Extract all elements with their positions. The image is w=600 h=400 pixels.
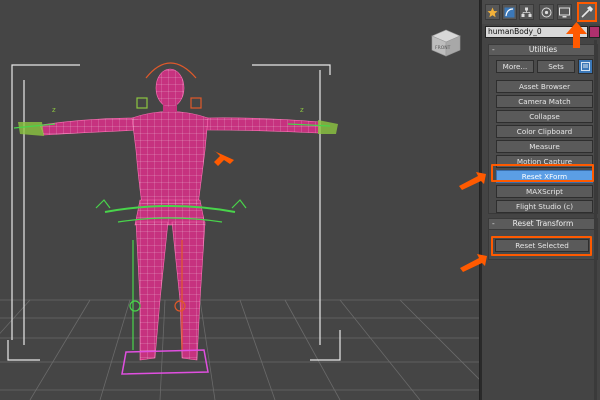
utility-button-asset-browser[interactable]: Asset Browser — [496, 80, 593, 93]
tab-utilities[interactable] — [577, 2, 597, 22]
utility-button-measure[interactable]: Measure — [496, 140, 593, 153]
sets-button[interactable]: Sets — [537, 60, 575, 73]
utility-button-camera-match[interactable]: Camera Match — [496, 95, 593, 108]
curve-icon — [504, 7, 515, 17]
utility-button-color-clipboard[interactable]: Color Clipboard — [496, 125, 593, 138]
tab-modify[interactable] — [502, 4, 517, 20]
star-icon — [487, 7, 498, 17]
human-body-mesh — [18, 68, 338, 361]
svg-text:z: z — [52, 106, 56, 114]
utilities-rollout-body: More... Sets Asset Browser Camera Match Co… — [488, 56, 598, 214]
reset-transform-rollout-header[interactable]: - Reset Transform — [488, 218, 598, 230]
command-panel-tabs — [482, 0, 600, 24]
viewcube: FRONT — [431, 29, 461, 57]
ground-grid — [0, 299, 479, 400]
viewport-scene: FRONT z z — [0, 29, 479, 400]
reset-transform-title: Reset Transform — [512, 219, 574, 228]
object-color-swatch[interactable] — [589, 26, 600, 38]
reset-xform-highlight — [491, 164, 594, 182]
svg-text:FRONT: FRONT — [435, 45, 451, 51]
utilities-rollout-header[interactable]: - Utilities — [488, 44, 598, 56]
perspective-viewport[interactable]: FRONT z z — [0, 0, 480, 400]
reset-selected-highlight — [491, 236, 592, 256]
collapse-icon: - — [492, 219, 495, 228]
command-panel: humanBody_0 - Utilities More... Sets Ass… — [480, 0, 600, 400]
tab-display[interactable] — [557, 4, 572, 20]
utility-button-flight-studio-c[interactable]: Flight Studio (c) — [496, 200, 593, 213]
panel-scrollbar[interactable] — [594, 40, 597, 400]
utility-button-collapse[interactable]: Collapse — [496, 110, 593, 123]
object-name-field[interactable]: humanBody_0 — [485, 26, 588, 38]
utilities-rollout-title: Utilities — [528, 45, 558, 54]
configure-icon — [581, 62, 590, 71]
utility-button-maxscript[interactable]: MAXScript — [496, 185, 593, 198]
tab-hierarchy[interactable] — [519, 4, 534, 20]
more-button[interactable]: More... — [496, 60, 534, 73]
collapse-icon: - — [492, 45, 495, 54]
hammer-icon — [581, 6, 593, 18]
hierarchy-icon — [521, 7, 532, 17]
tab-create[interactable] — [485, 4, 500, 20]
tab-motion[interactable] — [539, 4, 554, 20]
configure-sets-button[interactable] — [578, 59, 593, 74]
monitor-icon — [559, 7, 570, 17]
svg-text:z: z — [300, 106, 304, 114]
callout-arrow-icon — [212, 150, 234, 166]
motion-icon — [541, 7, 552, 17]
